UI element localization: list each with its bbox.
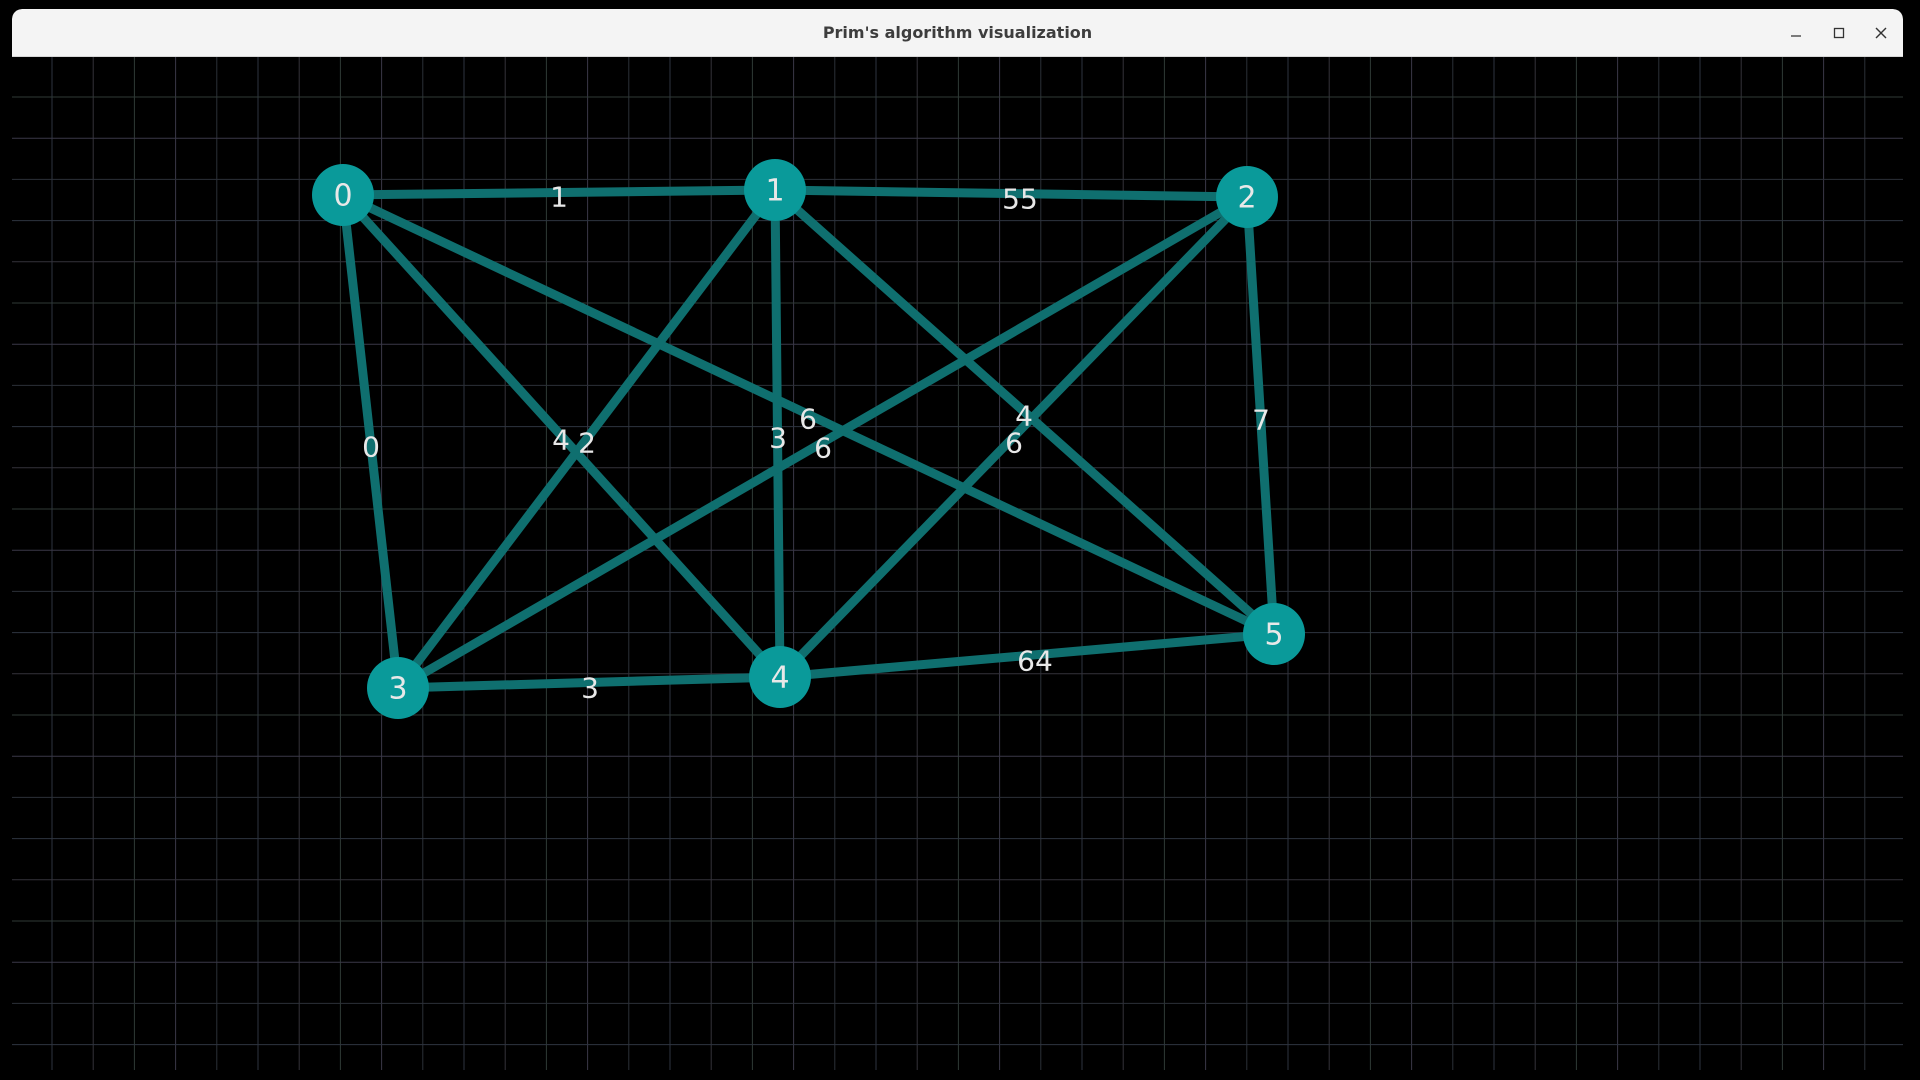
- node-1[interactable]: 1: [744, 159, 806, 221]
- node-2[interactable]: 2: [1216, 166, 1278, 228]
- title-bar[interactable]: Prim's algorithm visualization: [12, 9, 1903, 57]
- maximize-button[interactable]: [1826, 20, 1852, 46]
- node-3[interactable]: 3: [367, 657, 429, 719]
- edge-weight-label: 3: [769, 422, 787, 455]
- background-grid: [12, 57, 1903, 1070]
- node-label: 4: [770, 661, 789, 696]
- node-5[interactable]: 5: [1243, 603, 1305, 665]
- app-window: Prim's algorithm visualization 1 55 0 4 6 2 3 4…: [12, 9, 1903, 1070]
- node-label: 2: [1237, 181, 1256, 216]
- graph-svg[interactable]: 1 550 462 346 67364 0 1 23 45: [12, 57, 1903, 1070]
- edge-weight-label: 0: [362, 431, 380, 464]
- minimize-icon: [1791, 35, 1801, 37]
- edge-weight-label: 4: [552, 424, 570, 457]
- edge-layer: [338, 185, 1279, 693]
- close-button[interactable]: [1868, 20, 1894, 46]
- edge-weight-label: 1: [550, 181, 568, 214]
- minimize-button[interactable]: [1783, 20, 1809, 46]
- edge-weight-label: 55: [1002, 183, 1038, 216]
- node-layer: 0 1 2 3 4 5: [312, 159, 1305, 719]
- close-icon: [1875, 27, 1887, 39]
- node-label: 3: [388, 672, 407, 707]
- node-0[interactable]: 0: [312, 164, 374, 226]
- graph-canvas[interactable]: 1 55 0 4 6 2 3 4 6 6 7 3 64 012345: [12, 57, 1903, 1070]
- edge-weight-label: 64: [1017, 645, 1053, 678]
- node-4[interactable]: 4: [749, 646, 811, 708]
- node-label: 5: [1264, 618, 1283, 653]
- window-title: Prim's algorithm visualization: [822, 23, 1093, 42]
- edge-weight-label: 7: [1252, 404, 1270, 437]
- edge-weight-label: 3: [581, 672, 599, 705]
- node-label: 0: [333, 179, 352, 214]
- node-label: 1: [765, 174, 784, 209]
- edge-weight-label: 6: [1005, 427, 1023, 460]
- maximize-icon: [1833, 27, 1845, 39]
- edge-weight-label: 2: [578, 427, 596, 460]
- edge-weight-label: 6: [814, 432, 832, 465]
